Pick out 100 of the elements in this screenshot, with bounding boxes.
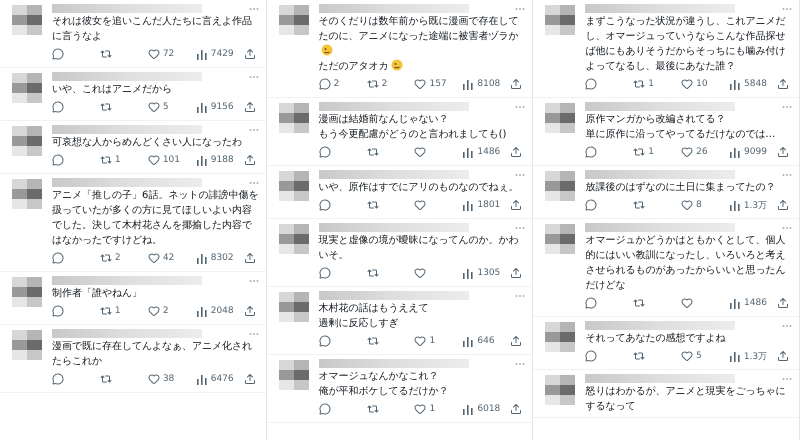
share-button[interactable] — [776, 297, 789, 309]
share-button[interactable] — [776, 199, 789, 211]
views-button[interactable]: 1486 — [729, 297, 768, 309]
repost-button[interactable]: 1 — [100, 305, 138, 317]
reply-text: 放課後のはずなのに土日に集まってたの？ — [585, 182, 776, 193]
reply-text: ただのアタオカ — [318, 61, 389, 72]
reply-icon — [52, 154, 64, 166]
like-button[interactable]: 1 — [414, 403, 452, 415]
avatar-placeholder — [545, 224, 576, 254]
reply-icon — [52, 48, 64, 60]
share-icon — [244, 101, 256, 113]
reply-text: アニメ「推しの子」6話。ネットの誹謗中傷を扱っていたが多くの方に見てほしいよい内容でした。決して木村花さんを揶揄した内容ではなかったですけどね。 — [52, 190, 258, 246]
like-button[interactable]: 10 — [681, 78, 720, 90]
heart-icon — [148, 154, 160, 166]
share-button[interactable] — [510, 335, 522, 347]
share-icon — [776, 78, 789, 90]
like-button[interactable]: 2 — [148, 305, 186, 317]
like-button[interactable]: 157 — [414, 78, 452, 90]
repost-icon — [366, 146, 379, 158]
reply-icon — [52, 373, 64, 385]
share-icon — [510, 335, 522, 347]
heart-icon — [148, 48, 160, 60]
reply-icon — [585, 350, 598, 362]
reply-text: 漫画は結婚前なんじゃない？ — [318, 114, 449, 125]
repost-icon — [633, 350, 646, 362]
like-button[interactable]: 5 — [148, 101, 186, 113]
views-chart-icon — [728, 350, 741, 362]
views-button[interactable]: 9099 — [729, 146, 768, 158]
share-button[interactable] — [244, 373, 256, 385]
views-button[interactable]: 1.3万 — [728, 198, 768, 212]
repost-icon — [100, 305, 112, 317]
share-button[interactable] — [776, 146, 789, 158]
like-button[interactable]: 42 — [148, 252, 186, 264]
reply-icon — [318, 146, 331, 158]
like-button[interactable]: 38 — [148, 373, 186, 385]
heart-icon — [681, 146, 694, 158]
reply-text: 木村花の話はもうええて — [318, 303, 429, 314]
heart-icon — [680, 350, 693, 362]
views-chart-icon — [462, 199, 474, 211]
repost-icon — [633, 146, 646, 158]
share-button[interactable] — [510, 199, 522, 211]
views-button[interactable]: 6476 — [196, 373, 234, 385]
views-button[interactable]: 646 — [462, 335, 500, 347]
share-button[interactable] — [244, 101, 256, 113]
share-button[interactable] — [510, 403, 522, 415]
views-chart-icon — [462, 267, 474, 279]
share-icon — [510, 146, 522, 158]
reply-text: 原作マンガから改編されてる？ — [585, 114, 726, 125]
repost-button[interactable]: 2 — [366, 78, 405, 90]
like-button[interactable]: 1 — [414, 335, 452, 347]
views-button[interactable]: 8108 — [462, 78, 500, 90]
share-button[interactable] — [510, 267, 522, 279]
reply-icon — [318, 267, 331, 279]
share-button[interactable] — [244, 48, 256, 60]
views-button[interactable]: 1486 — [462, 146, 500, 158]
repost-button[interactable]: 2 — [100, 252, 138, 264]
reply-icon — [318, 335, 331, 347]
share-button[interactable] — [510, 146, 522, 158]
views-button[interactable]: 5848 — [729, 78, 768, 90]
avatar-placeholder — [278, 171, 309, 201]
like-button[interactable]: 5 — [680, 350, 719, 362]
views-button[interactable]: 9156 — [196, 101, 234, 113]
views-button[interactable]: 6018 — [462, 403, 500, 415]
views-button[interactable]: 7429 — [196, 48, 234, 60]
reply-text: いや、これはアニメだから — [52, 84, 172, 95]
repost-icon — [100, 48, 112, 60]
repost-button[interactable]: 1 — [100, 154, 138, 166]
reply-text: オマージュかどうかはともかくとして、個人的にはいい教訓になったし、いろいろと考えさせられるものがあったからいいと思ったんだけどな — [585, 235, 786, 291]
share-button[interactable] — [510, 78, 522, 90]
like-button[interactable]: 72 — [148, 48, 186, 60]
reply-text: オマージュなんかなこれ？ — [318, 371, 439, 382]
emoji-face-icon — [320, 44, 333, 56]
share-icon — [776, 297, 789, 309]
share-button[interactable] — [776, 350, 789, 362]
share-icon — [244, 48, 256, 60]
views-button[interactable]: 9188 — [196, 154, 234, 166]
share-button[interactable] — [244, 252, 256, 264]
reply-text: それってあなたの感想ですよね — [585, 333, 726, 344]
views-button[interactable]: 1.3万 — [728, 350, 768, 362]
avatar-placeholder — [12, 5, 42, 35]
share-button[interactable] — [244, 154, 256, 166]
reply-button[interactable]: 2 — [318, 78, 357, 90]
views-button[interactable]: 1801 — [462, 199, 500, 211]
share-button[interactable] — [776, 78, 789, 90]
reply-icon — [585, 199, 598, 211]
views-button[interactable]: 8302 — [196, 252, 234, 264]
views-button[interactable]: 2048 — [196, 305, 234, 317]
avatar-placeholder — [278, 360, 309, 390]
reply-text: 単に原作に沿ってやってるだけなのでは… — [585, 129, 776, 140]
reply-text: 漫画で既に存在してんよなぁ、アニメ化されたらこれか — [52, 341, 252, 367]
views-button[interactable]: 1305 — [462, 267, 500, 279]
like-button[interactable]: 8 — [680, 199, 719, 211]
repost-button[interactable]: 1 — [633, 146, 672, 158]
like-button[interactable]: 101 — [148, 154, 186, 166]
avatar-placeholder — [12, 277, 42, 307]
share-button[interactable] — [244, 305, 256, 317]
emoji-face-icon — [390, 59, 403, 71]
views-chart-icon — [196, 252, 208, 264]
repost-button[interactable]: 1 — [633, 78, 672, 90]
like-button[interactable]: 26 — [681, 146, 720, 158]
